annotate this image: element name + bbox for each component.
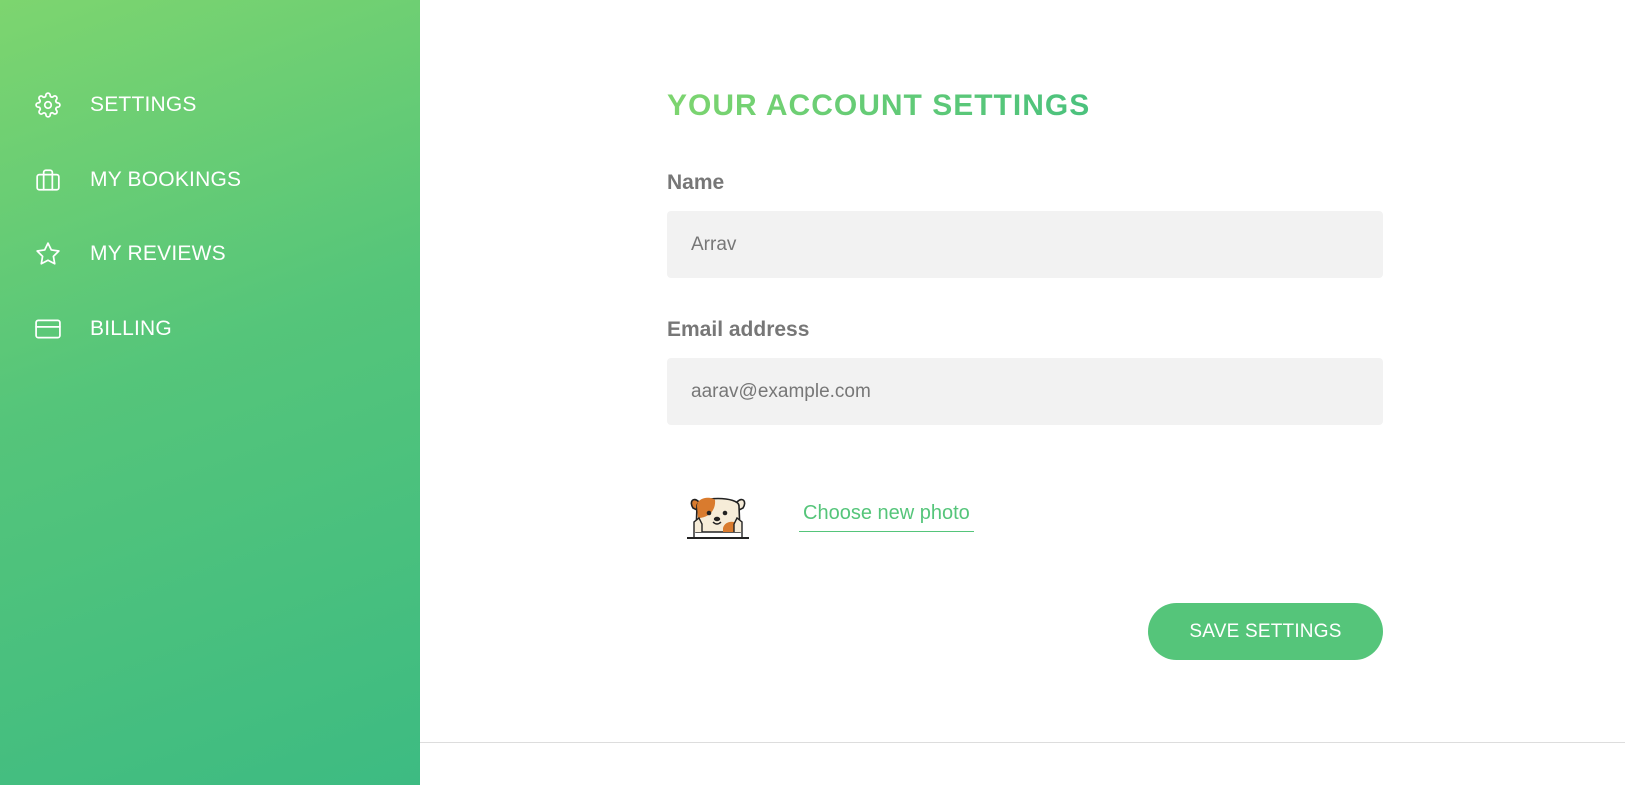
name-label: Name: [667, 171, 725, 194]
sidebar-item-label: SETTINGS: [90, 93, 197, 117]
sidebar-item-billing[interactable]: BILLING: [0, 292, 420, 367]
choose-new-photo-link[interactable]: Choose new photo: [799, 498, 974, 532]
sidebar-item-label: MY BOOKINGS: [90, 167, 242, 191]
sidebar-nav: SETTINGS MY BOOKINGS MY REVIEWS BILLING: [0, 0, 420, 366]
gear-icon: [34, 91, 62, 119]
divider: [420, 742, 1625, 743]
email-label: Email address: [667, 318, 810, 341]
credit-card-icon: [34, 315, 62, 343]
name-input[interactable]: [667, 211, 1383, 278]
page-title: YOUR ACCOUNT SETTINGS: [667, 84, 1383, 128]
sidebar-item-my-reviews[interactable]: MY REVIEWS: [0, 217, 420, 292]
dog-avatar-icon: [685, 488, 751, 542]
star-icon: [34, 240, 62, 268]
briefcase-icon: [34, 166, 62, 194]
main-content: YOUR ACCOUNT SETTINGS Name Email address: [420, 0, 1625, 785]
sidebar-item-my-bookings[interactable]: MY BOOKINGS: [0, 143, 420, 218]
sidebar: SETTINGS MY BOOKINGS MY REVIEWS BILLING: [0, 0, 420, 785]
sidebar-item-label: BILLING: [90, 316, 172, 340]
email-input[interactable]: [667, 358, 1383, 425]
photo-upload-row: Choose new photo: [685, 488, 974, 542]
account-settings-form: YOUR ACCOUNT SETTINGS Name Email address: [667, 84, 1383, 660]
sidebar-item-label: MY REVIEWS: [90, 242, 226, 266]
sidebar-item-settings[interactable]: SETTINGS: [0, 68, 420, 143]
save-settings-button[interactable]: SAVE SETTINGS: [1148, 603, 1383, 660]
